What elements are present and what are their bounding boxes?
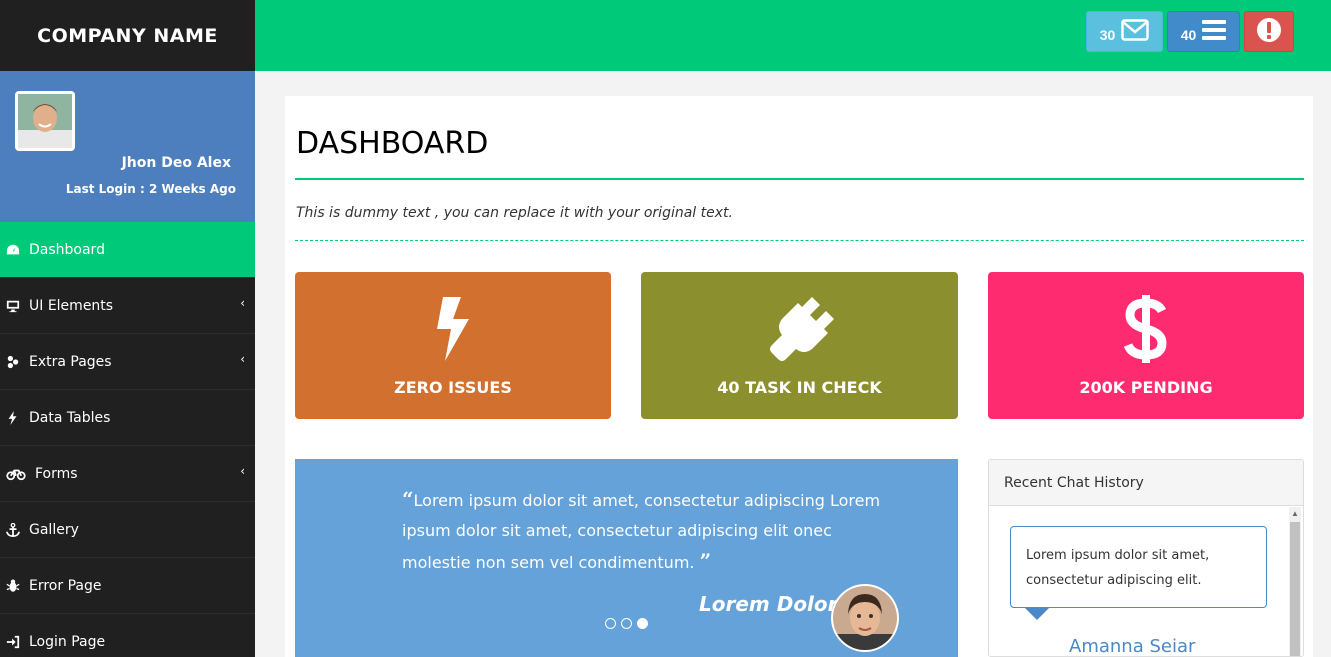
chat-author[interactable]: Amanna Seiar [1069, 636, 1195, 656]
sidebar-item-label: Forms [35, 465, 78, 482]
carousel-dot[interactable] [605, 618, 616, 629]
dashboard-icon [5, 242, 21, 258]
scrollbar-thumb[interactable] [1290, 522, 1300, 656]
stat-label: 200K PENDING [1079, 377, 1213, 397]
chevron-left-icon: ‹ [240, 296, 245, 310]
exclamation-circle-icon [1256, 17, 1282, 46]
user-name: Jhon Deo Alex [121, 155, 231, 171]
testimonial-author: Lorem Dolor [699, 592, 838, 616]
chat-bubble-tail [1025, 608, 1049, 620]
sidebar-item-error-page[interactable]: Error Page [0, 558, 255, 614]
chat-message: Lorem ipsum dolor sit amet, consectetur … [1010, 526, 1267, 608]
envelope-icon [1121, 19, 1150, 44]
page-title: DASHBOARD [296, 126, 489, 161]
tasks-count: 40 [1180, 26, 1197, 43]
main-content: DASHBOARD This is dummy text , you can r… [285, 96, 1313, 657]
chat-panel: Recent Chat History Lorem ipsum dolor si… [988, 459, 1304, 657]
desktop-icon [5, 298, 21, 314]
chat-scrollbar[interactable]: ▲ [1289, 507, 1301, 656]
bug-icon [5, 578, 21, 594]
sidebar-item-extra-pages[interactable]: Extra Pages ‹ [0, 334, 255, 390]
sidebar-item-ui-elements[interactable]: UI Elements ‹ [0, 278, 255, 334]
stat-card-pending[interactable]: 200K PENDING [988, 272, 1304, 419]
stat-label: 40 TASK IN CHECK [717, 377, 882, 397]
testimonial-quote: “Lorem ipsum dolor sit amet, consectetur… [402, 484, 882, 578]
sidebar-item-label: Extra Pages [29, 353, 112, 370]
sidebar-item-label: Error Page [29, 577, 102, 594]
stat-card-issues[interactable]: ZERO ISSUES [295, 272, 611, 419]
sidebar-item-dashboard[interactable]: Dashboard [0, 222, 255, 278]
testimonial-text: Lorem ipsum dolor sit amet, consectetur … [402, 491, 881, 572]
chevron-left-icon: ‹ [240, 352, 245, 366]
sidebar: Jhon Deo Alex Last Login : 2 Weeks Ago D… [0, 71, 255, 657]
sign-in-icon [5, 634, 21, 650]
bolt-icon [5, 410, 21, 426]
chat-panel-title: Recent Chat History [989, 460, 1303, 506]
top-navbar: COMPANY NAME 30 40 [0, 0, 1331, 71]
subtitle-divider [295, 240, 1304, 241]
testimonial-carousel: “Lorem ipsum dolor sit amet, consectetur… [295, 459, 958, 657]
brand-name: COMPANY NAME [37, 24, 218, 47]
sidebar-item-login-page[interactable]: Login Page [0, 614, 255, 657]
messages-button[interactable]: 30 [1086, 11, 1163, 52]
chevron-left-icon: ‹ [240, 464, 245, 478]
avatar[interactable] [15, 91, 75, 151]
sidebar-item-label: Data Tables [29, 409, 111, 426]
plug-icon [764, 295, 836, 368]
messages-count: 30 [1099, 26, 1116, 43]
dollar-icon [1123, 294, 1168, 368]
sidebar-item-label: UI Elements [29, 297, 114, 314]
quote-left-icon: “ [402, 487, 414, 511]
sidebar-item-forms[interactable]: Forms ‹ [0, 446, 255, 502]
carousel-dot[interactable] [621, 618, 632, 629]
sidebar-item-label: Dashboard [29, 241, 105, 258]
bolt-icon [433, 295, 473, 368]
bicycle-icon [5, 466, 27, 482]
bars-icon [1202, 20, 1227, 43]
stat-label: ZERO ISSUES [394, 377, 512, 397]
sidebar-item-gallery[interactable]: Gallery [0, 502, 255, 558]
user-profile: Jhon Deo Alex Last Login : 2 Weeks Ago [0, 71, 255, 222]
scroll-up-icon[interactable]: ▲ [1291, 509, 1299, 518]
carousel-dot-active[interactable] [637, 618, 648, 629]
anchor-icon [5, 522, 21, 538]
title-divider [295, 178, 1304, 180]
puzzle-icon [5, 354, 21, 370]
quote-right-icon: ” [699, 549, 712, 573]
alerts-button[interactable] [1244, 11, 1294, 52]
sidebar-item-label: Login Page [29, 633, 106, 650]
brand-logo[interactable]: COMPANY NAME [0, 0, 255, 71]
testimonial-avatar [831, 584, 899, 652]
tasks-button[interactable]: 40 [1167, 11, 1240, 52]
page-subtitle: This is dummy text , you can replace it … [296, 205, 733, 221]
sidebar-item-data-tables[interactable]: Data Tables [0, 390, 255, 446]
sidebar-item-label: Gallery [29, 521, 79, 538]
last-login-text: Last Login : 2 Weeks Ago [65, 182, 236, 196]
stat-card-tasks[interactable]: 40 TASK IN CHECK [641, 272, 958, 419]
carousel-indicators [605, 618, 648, 629]
